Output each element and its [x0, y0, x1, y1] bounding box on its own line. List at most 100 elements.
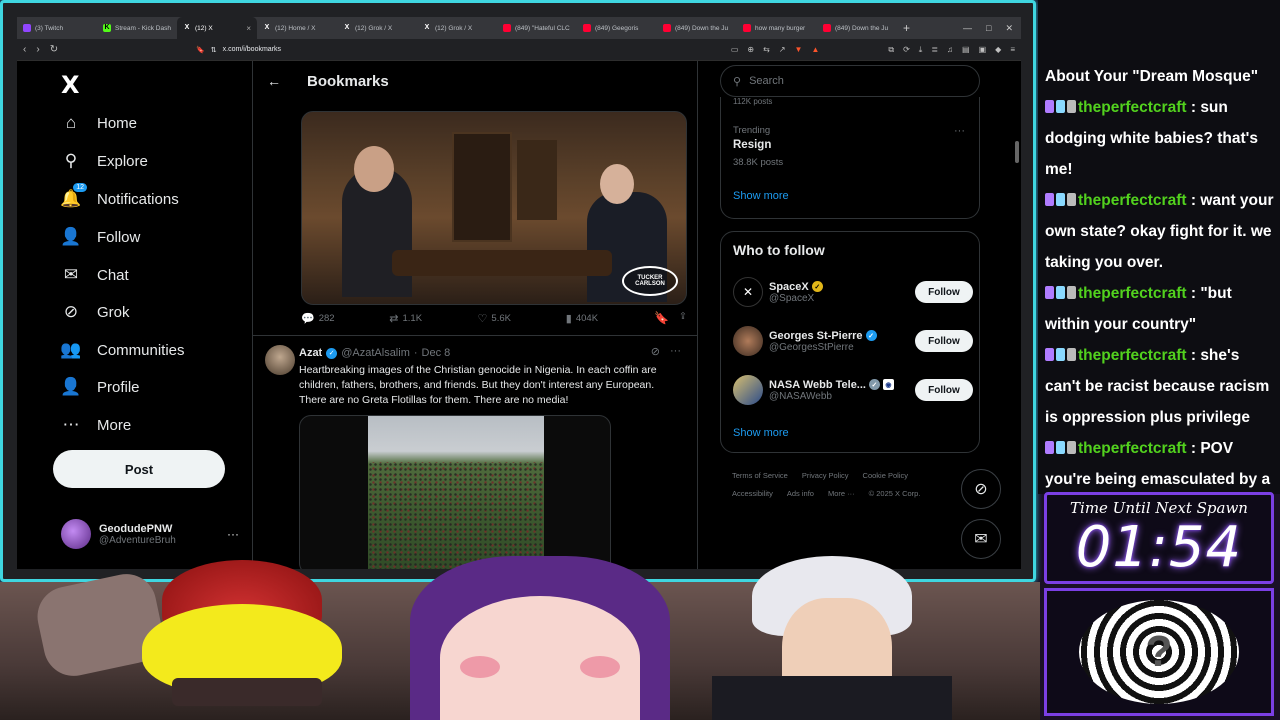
screen-icon[interactable]: ▭ — [731, 45, 739, 55]
nav-item-explore[interactable]: ⚲ Explore — [61, 151, 148, 171]
browser-tab[interactable]: (849) "Hateful CLC — [497, 17, 577, 39]
reply-button[interactable]: 💬 282 — [301, 312, 389, 325]
bookmark-icon[interactable]: 🔖 — [654, 311, 669, 325]
account-switcher[interactable]: GeodudePNW @AdventureBruh ··· — [61, 519, 239, 549]
show-more-link[interactable]: Show more — [733, 190, 789, 202]
footer-link[interactable]: More ··· — [828, 489, 855, 498]
footer-link[interactable]: Cookie Policy — [863, 471, 908, 480]
browser-tab[interactable]: X (12) Home / X — [257, 17, 337, 39]
address-bar[interactable]: 🔖 ⇅ x.com/i/bookmarks — [196, 46, 281, 54]
minimize-icon[interactable]: — — [963, 23, 972, 34]
avatar[interactable]: ✕ — [733, 277, 763, 307]
nav-item-follow[interactable]: 👤 Follow — [60, 227, 140, 247]
chat-username[interactable]: theperfectcraft — [1078, 440, 1187, 457]
post-button[interactable]: Post — [53, 450, 225, 488]
search-input[interactable]: ⚲ Search — [720, 65, 980, 97]
scrollbar[interactable] — [1015, 141, 1019, 163]
views-button[interactable]: ▮ 404K — [566, 312, 654, 325]
nav-item-profile[interactable]: 👤 Profile — [60, 377, 139, 397]
like-button[interactable]: ♡ 5.6K — [478, 312, 566, 325]
footer-link[interactable]: Terms of Service — [732, 471, 788, 480]
forward-arrow-icon[interactable]: › — [36, 44, 39, 55]
people-icon: 👥 — [60, 340, 82, 359]
close-tab-icon[interactable]: × — [246, 24, 251, 33]
nav-item-more[interactable]: ⋯ More — [61, 415, 132, 435]
sidebar-icon[interactable]: ▤ — [962, 45, 970, 55]
mail-icon[interactable]: ✉ — [961, 519, 1001, 559]
browser-tab[interactable]: (849) Down the Ju — [817, 17, 897, 39]
grok-icon[interactable]: ⊘ — [961, 469, 1001, 509]
follow-button[interactable]: Follow — [915, 281, 973, 303]
more-dots-icon[interactable]: ··· — [954, 125, 965, 137]
x-logo-icon[interactable]: X — [61, 71, 80, 99]
browser-tab[interactable]: (849) Geegoris — [577, 17, 657, 39]
browser-tab[interactable]: K Stream - Kick Dash — [97, 17, 177, 39]
nav-item-communities[interactable]: 👥 Communities — [60, 340, 184, 360]
site-info-icon[interactable]: ⇅ — [211, 46, 217, 54]
more-dots-icon[interactable]: ··· — [227, 527, 239, 541]
close-icon[interactable]: ✕ — [1005, 23, 1013, 34]
maximize-icon[interactable]: □ — [986, 23, 991, 34]
nav-item-notifications[interactable]: 🔔 12 Notifications — [60, 183, 179, 209]
zoom-icon[interactable]: ⊕ — [747, 45, 754, 55]
tweet-text: Heartbreaking images of the Christian ge… — [299, 364, 657, 406]
extensions-icon[interactable]: ⧉ — [888, 45, 894, 55]
avatar[interactable] — [733, 326, 763, 356]
chat-username[interactable]: theperfectcraft — [1078, 347, 1187, 364]
tweet-date[interactable]: Dec 8 — [422, 347, 451, 359]
follow-suggestion[interactable]: Georges St-Pierre ✓ @GeorgesStPierre Follow — [733, 321, 973, 361]
share-icon[interactable]: ↗ — [779, 45, 786, 55]
downloads-icon[interactable]: ⤓ — [919, 45, 923, 55]
footer-link[interactable]: Privacy Policy — [802, 471, 849, 480]
browser-tab[interactable]: (3) Twitch — [17, 17, 97, 39]
brave-shield-icon[interactable]: ▼ — [795, 45, 803, 55]
repost-button[interactable]: ⇄ 1.1K — [389, 312, 477, 325]
follow-button[interactable]: Follow — [915, 379, 973, 401]
tweet-author-handle[interactable]: @AzatAlsalim — [341, 347, 410, 359]
more-dots-icon[interactable]: ··· — [670, 345, 681, 358]
browser-tab[interactable]: X (12) Grok / X — [417, 17, 497, 39]
browser-tab[interactable]: X (12) X × — [177, 17, 257, 39]
menu-icon[interactable]: ≡ — [1010, 45, 1015, 55]
follow-suggestion[interactable]: ✕ SpaceX ✓ @SpaceX Follow — [733, 272, 973, 312]
chat-username[interactable]: theperfectcraft — [1078, 285, 1187, 302]
music-icon[interactable]: ♫ — [947, 45, 953, 55]
brave-rewards-icon[interactable]: ▲ — [811, 45, 819, 55]
new-tab-icon[interactable]: + — [897, 21, 916, 35]
nav-item-home[interactable]: ⌂ Home — [61, 113, 137, 133]
search-icon: ⚲ — [733, 75, 742, 88]
browser-tab[interactable]: X (12) Grok / X — [337, 17, 417, 39]
footer-link[interactable]: © 2025 X Corp. — [869, 489, 921, 498]
follow-button[interactable]: Follow — [915, 330, 973, 352]
tab-title: (849) Geegoris — [595, 24, 639, 32]
nav-item-grok[interactable]: ⊘ Grok — [61, 302, 130, 322]
trend-post-count: 38.8K posts — [733, 157, 784, 168]
footer-link[interactable]: Accessibility — [732, 489, 773, 498]
trend-title[interactable]: Resign — [733, 139, 771, 151]
tweet-author-name[interactable]: Azat — [299, 347, 322, 359]
tweet-media[interactable] — [299, 415, 611, 569]
avatar[interactable] — [265, 345, 295, 375]
history-icon[interactable]: ≣ — [931, 45, 938, 55]
grok-icon[interactable]: ⊘ — [651, 345, 660, 358]
back-arrow-icon[interactable]: ← — [267, 73, 281, 89]
video-player[interactable]: TUCKER CARLSON — [301, 111, 687, 305]
footer-link[interactable]: Ads info — [787, 489, 814, 498]
reload-icon[interactable]: ↻ — [50, 44, 58, 55]
browser-tab[interactable]: (849) Down the Ju — [657, 17, 737, 39]
show-more-link[interactable]: Show more — [733, 427, 789, 439]
nav-item-chat[interactable]: ✉ Chat — [61, 265, 129, 285]
sync-icon[interactable]: ⟳ — [903, 45, 910, 55]
avatar[interactable] — [733, 375, 763, 405]
browser-tab[interactable]: how many burger — [737, 17, 817, 39]
chat-username[interactable]: theperfectcraft — [1078, 99, 1187, 116]
back-arrow-icon[interactable]: ‹ — [23, 44, 26, 55]
wallet-icon[interactable]: ▣ — [979, 45, 987, 55]
translate-icon[interactable]: ⇆ — [763, 45, 770, 55]
chat-username[interactable]: theperfectcraft — [1078, 192, 1187, 209]
share-icon[interactable]: ⇪ — [679, 311, 687, 325]
follow-suggestion[interactable]: NASA Webb Tele... ✓ ◉ @NASAWebb Follow — [733, 370, 973, 410]
bookmark-page-icon[interactable]: 🔖 — [196, 46, 205, 54]
spawn-timer: Time Until Next Spawn 01:54 — [1044, 492, 1274, 584]
vpn-icon[interactable]: ◆ — [995, 45, 1001, 55]
